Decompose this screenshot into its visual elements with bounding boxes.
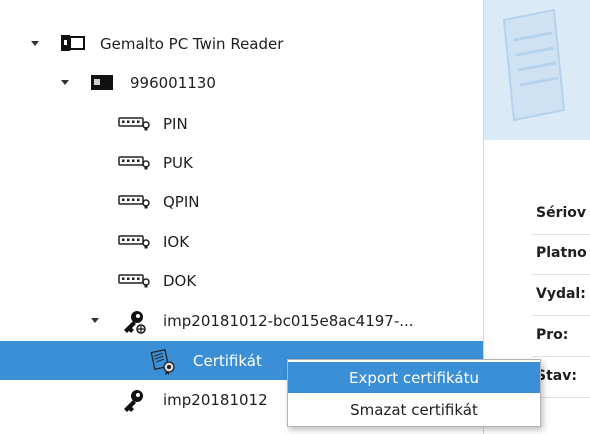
key-icon [124, 311, 146, 334]
tree-item-dok[interactable]: DOK [0, 261, 483, 300]
divider [532, 356, 590, 357]
subject-label: Pro: [536, 327, 569, 343]
validity-label: Platno [536, 245, 587, 261]
divider [532, 234, 590, 235]
tree-item-reader[interactable]: Gemalto PC Twin Reader [0, 24, 483, 63]
issuer-label: Vydal: [536, 286, 586, 302]
context-menu: Export certifikátu Smazat certifikát [287, 359, 541, 427]
certificate-banner [484, 0, 590, 140]
divider [532, 274, 590, 275]
divider [532, 315, 590, 316]
tree-item-label: PUK [163, 153, 193, 172]
tree-item-label: Certifikát [193, 351, 262, 370]
tree-item-pin[interactable]: PIN [0, 104, 483, 143]
expand-arrow-icon[interactable] [61, 80, 69, 85]
expand-arrow-icon[interactable] [31, 41, 39, 46]
pin-keypad-icon [118, 274, 150, 288]
tree-item-key[interactable]: imp20181012-bc015e8ac4197-... [0, 301, 483, 340]
tree-item-iok[interactable]: IOK [0, 222, 483, 261]
tree-item-label: Gemalto PC Twin Reader [100, 34, 284, 53]
status-label: Stav: [536, 368, 577, 384]
tree-item-label: PIN [163, 114, 188, 133]
tree-item-puk[interactable]: PUK [0, 143, 483, 182]
delete-certificate-menu-item[interactable]: Smazat certifikát [288, 394, 540, 425]
serial-label: Sériov [536, 205, 587, 221]
pin-keypad-icon [118, 117, 150, 131]
tree-item-label: DOK [163, 271, 197, 290]
card-reader-icon [61, 35, 85, 51]
certificate-icon [150, 348, 175, 375]
tree-item-label: 996001130 [130, 73, 216, 92]
tree-item-card[interactable]: 996001130 [0, 63, 483, 102]
export-certificate-menu-item[interactable]: Export certifikátu [288, 362, 540, 393]
smart-card-icon [91, 75, 113, 90]
expand-arrow-icon[interactable] [91, 318, 99, 323]
tree-item-label: imp20181012-bc015e8ac4197-... [163, 311, 414, 330]
certificate-watermark-icon [502, 8, 566, 122]
pin-keypad-icon [118, 195, 150, 209]
tree-item-label: imp20181012 [163, 390, 268, 409]
pin-keypad-icon [118, 235, 150, 249]
tree-item-label: IOK [163, 232, 190, 251]
pin-keypad-icon [118, 156, 150, 170]
tree-item-qpin[interactable]: QPIN [0, 182, 483, 221]
tree-item-label: QPIN [163, 192, 200, 211]
key-icon [124, 390, 143, 412]
